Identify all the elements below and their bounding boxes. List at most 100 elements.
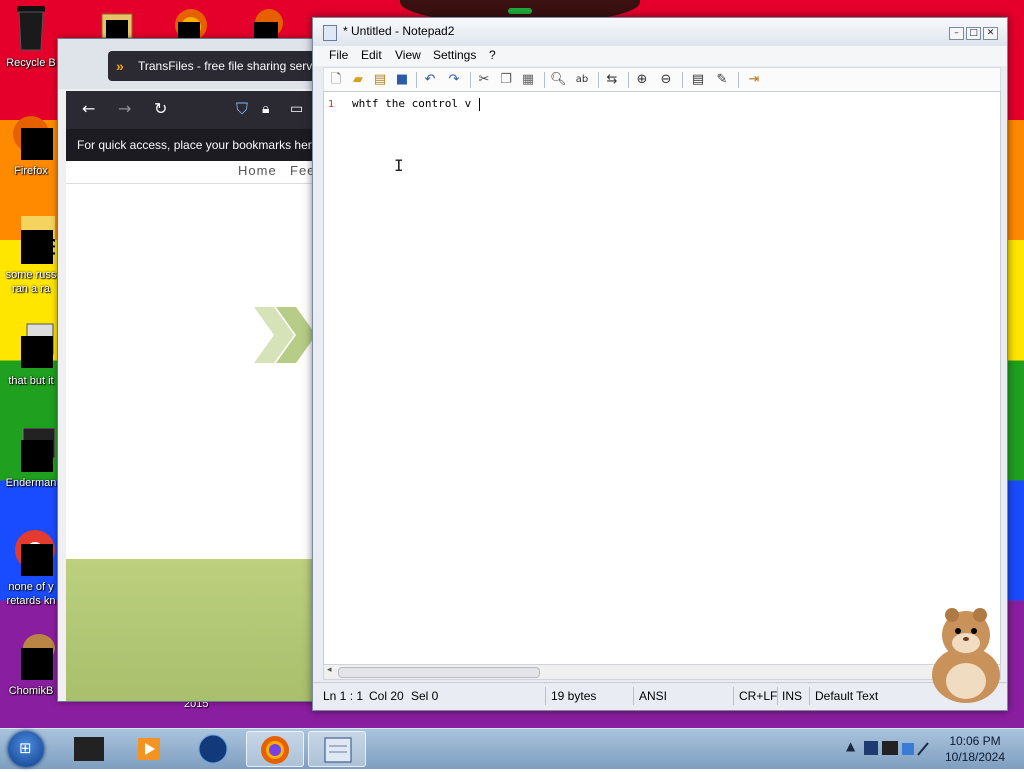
minimize-button[interactable]: – — [949, 27, 964, 40]
status-bar: Ln 1 : 1 Col 20 Sel 0 19 bytes ANSI CR+L… — [313, 682, 1007, 709]
paste-icon[interactable]: ▦ — [520, 72, 536, 88]
desktop-icon-folder[interactable]: that but it — [0, 322, 62, 388]
desktop-icon-label: that but it — [8, 375, 54, 387]
back-icon[interactable]: ← — [82, 99, 95, 119]
horizontal-scrollbar[interactable]: ◂ — [323, 664, 1001, 680]
copy-icon[interactable]: ❐ — [498, 72, 514, 88]
system-tray-icons[interactable] — [862, 737, 932, 761]
reload-icon[interactable]: ↻ — [154, 99, 167, 119]
text-cursor-icon: I — [394, 156, 404, 175]
nav-link-home[interactable]: Home — [238, 163, 277, 178]
status-encoding: ANSI — [639, 689, 668, 703]
desktop-icon-document[interactable]: e some russ ran a ra — [0, 216, 62, 296]
status-insert-mode: INS — [782, 689, 803, 703]
desktop-icon-chrome[interactable]: none of y retards kn — [0, 528, 62, 608]
desktop-icon-firefox[interactable]: Firefox — [0, 112, 62, 178]
web-page-content: Home Fee — [66, 161, 320, 701]
taskbar-item-globe[interactable] — [184, 731, 242, 767]
save-icon[interactable]: ■ — [394, 72, 410, 88]
firefox-icon — [13, 116, 53, 160]
start-button[interactable]: ⊞ — [8, 731, 44, 767]
notepad-window[interactable]: * Untitled - Notepad2 – □ ✕ File Edit Vi… — [312, 17, 1008, 711]
desktop-icon-label: Firefox — [14, 165, 48, 177]
hamster-icon — [21, 634, 55, 680]
undo-icon[interactable]: ↶ — [422, 72, 438, 88]
line-number: 1 — [328, 99, 335, 110]
zoom-in-icon[interactable]: ⊕ — [634, 72, 650, 88]
tray-expand-icon[interactable]: ▲ — [846, 739, 855, 753]
shield-icon[interactable]: ⛉ — [236, 99, 248, 119]
browser-tab-bar: » TransFiles - free file sharing serv — [58, 39, 320, 89]
desktop-icon-enderman[interactable]: Enderman — [0, 427, 62, 490]
menu-bar: File Edit View Settings ? — [313, 46, 1007, 66]
find-icon[interactable]: 🔍︎ — [550, 72, 567, 88]
svg-text:e: e — [43, 228, 55, 261]
title-bar[interactable]: * Untitled - Notepad2 – □ ✕ — [313, 18, 1007, 46]
text-editor[interactable]: 1 whtf the control v I — [323, 91, 1001, 666]
chrome-icon — [15, 530, 55, 576]
lock-icon[interactable]: 🔒︎ — [262, 99, 269, 119]
menu-help[interactable]: ? — [489, 48, 496, 62]
scheme-icon[interactable]: ▤ — [690, 72, 706, 88]
taskbar-item-notepad2[interactable] — [308, 731, 366, 767]
taskbar-item-explorer[interactable] — [60, 731, 118, 767]
line-text: whtf the control v — [352, 97, 478, 110]
maximize-button[interactable]: □ — [966, 27, 981, 40]
status-line-endings: CR+LF — [739, 689, 778, 703]
scrollbar-thumb[interactable] — [338, 667, 540, 678]
status-size: 19 bytes — [551, 689, 597, 703]
text-line[interactable]: whtf the control v — [352, 97, 480, 111]
clock-date: 10/18/2024 — [944, 750, 1006, 764]
site-logo-icon — [254, 307, 316, 363]
window-title: * Untitled - Notepad2 — [343, 24, 455, 38]
browse-icon[interactable]: ▤ — [372, 72, 388, 88]
tab-title: TransFiles - free file sharing serv — [138, 59, 313, 73]
status-column: Col 20 — [369, 689, 404, 703]
taskbar-item-media-player[interactable] — [120, 731, 178, 767]
menu-settings[interactable]: Settings — [433, 48, 476, 62]
forward-icon[interactable]: → — [118, 99, 131, 119]
menu-edit[interactable]: Edit — [361, 48, 382, 62]
globe-icon — [198, 734, 228, 764]
desktop-icon-chomikbox[interactable]: ChomikB — [0, 632, 62, 698]
folder-icon — [74, 737, 104, 761]
firefox-icon — [261, 736, 289, 764]
menu-file[interactable]: File — [329, 48, 348, 62]
menu-view[interactable]: View — [395, 48, 421, 62]
cut-icon[interactable]: ✂ — [476, 72, 492, 88]
customize-scheme-icon[interactable]: ✎ — [714, 72, 730, 88]
browser-tab[interactable]: » TransFiles - free file sharing serv — [108, 51, 320, 81]
desktop-icon-label-line2: retards kn — [6, 595, 56, 607]
document-icon: e — [21, 216, 60, 264]
status-scheme: Default Text — [815, 689, 879, 703]
taskbar: ⊞ ▲ 10:06 PM 10/18/2024 — [0, 728, 1024, 769]
bookmarks-toolbar: For quick access, place your bookmarks h… — [66, 129, 320, 161]
page-background-grass — [66, 559, 320, 701]
media-player-icon — [138, 738, 160, 760]
notepad-icon — [324, 737, 352, 763]
system-clock[interactable]: 10:06 PM 10/18/2024 — [940, 733, 1010, 765]
notepad-icon — [323, 25, 337, 41]
exit-icon[interactable]: ⇥ — [746, 72, 762, 88]
open-folder-icon[interactable]: ▰ — [350, 72, 366, 88]
desktop-icon-label-line2: ran a ra — [12, 283, 50, 295]
redo-icon[interactable]: ↷ — [446, 72, 462, 88]
scroll-left-icon[interactable]: ◂ — [327, 665, 332, 675]
zoom-out-icon[interactable]: ⊖ — [658, 72, 674, 88]
word-wrap-icon[interactable]: ⇆ — [604, 72, 620, 88]
hamster-mascot-icon — [932, 608, 1000, 703]
taskbar-item-firefox[interactable] — [246, 731, 304, 767]
desktop-icon-label: Enderman — [5, 477, 57, 489]
close-button[interactable]: ✕ — [983, 27, 998, 40]
reader-icon[interactable]: ▭ — [290, 99, 303, 119]
recycle-bin-icon — [17, 6, 45, 51]
desktop-icon-recycle-bin[interactable]: Recycle B — [0, 4, 62, 70]
desktop-icon-label: some russ — [5, 269, 57, 281]
site-navigation: Home Fee — [66, 161, 320, 184]
replace-icon[interactable]: ab — [574, 72, 590, 88]
desktop-icon-label: ChomikB — [8, 685, 54, 697]
browser-window[interactable]: » TransFiles - free file sharing serv ← … — [57, 38, 321, 702]
status-selection: Sel 0 — [411, 689, 439, 703]
status-position: Ln 1 : 1 — [323, 689, 364, 703]
new-file-icon[interactable]: 🗋︎ — [328, 72, 344, 88]
